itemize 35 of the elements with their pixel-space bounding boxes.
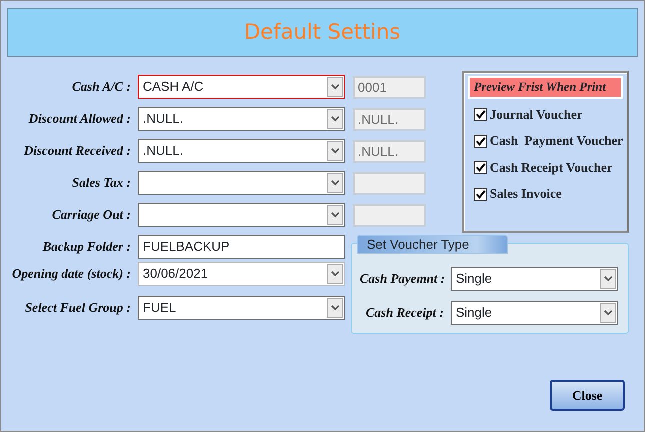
group-title: Set Voucher Type <box>357 235 508 254</box>
date-field[interactable]: 30/06/2021 <box>138 262 345 286</box>
field-label: Carriage Out : <box>51 206 131 224</box>
panel-title: Preview Frist When Print <box>468 76 623 99</box>
field-label: Cash Payemnt : <box>360 270 444 288</box>
dropdown-field[interactable]: .NULL. <box>138 107 345 131</box>
dropdown-field[interactable]: FUEL <box>138 296 345 320</box>
field-label: Cash A/C : <box>71 78 131 96</box>
checkbox[interactable] <box>474 108 487 121</box>
field-label: Cash Receipt : <box>365 304 444 322</box>
dropdown-field[interactable] <box>138 171 345 195</box>
dropdown-field[interactable]: Single <box>451 267 618 291</box>
code-field: 0001 <box>353 76 426 98</box>
checkbox-label: Cash Receipt Voucher <box>490 158 613 177</box>
field-label: Opening date (stock) : <box>11 265 131 284</box>
field-label: Backup Folder : <box>42 238 131 256</box>
close-button[interactable]: Close <box>550 380 625 411</box>
field-label: Discount Allowed : <box>28 110 131 128</box>
code-field: .NULL. <box>353 108 426 130</box>
text-field[interactable]: FUELBACKUP <box>138 235 345 259</box>
dropdown-field[interactable]: CASH A/C <box>138 75 345 99</box>
field-label: Select Fuel Group : <box>24 299 131 318</box>
dropdown-field[interactable]: .NULL. <box>138 139 345 163</box>
field-label: Discount Received : <box>23 142 131 160</box>
checkbox[interactable] <box>474 161 487 174</box>
checkbox[interactable] <box>474 134 487 148</box>
checkbox-label: Cash Payment Voucher <box>490 132 624 150</box>
field-label: Sales Tax : <box>71 174 131 192</box>
checkbox-label: Sales Invoice <box>490 185 562 204</box>
dropdown-field[interactable] <box>138 203 345 227</box>
window-title: Default Settins <box>244 18 401 46</box>
checkbox[interactable] <box>474 188 487 200</box>
code-field: .NULL. <box>353 140 426 162</box>
dropdown-field[interactable]: Single <box>451 301 618 325</box>
checkbox-label: Journal Voucher <box>490 106 583 124</box>
